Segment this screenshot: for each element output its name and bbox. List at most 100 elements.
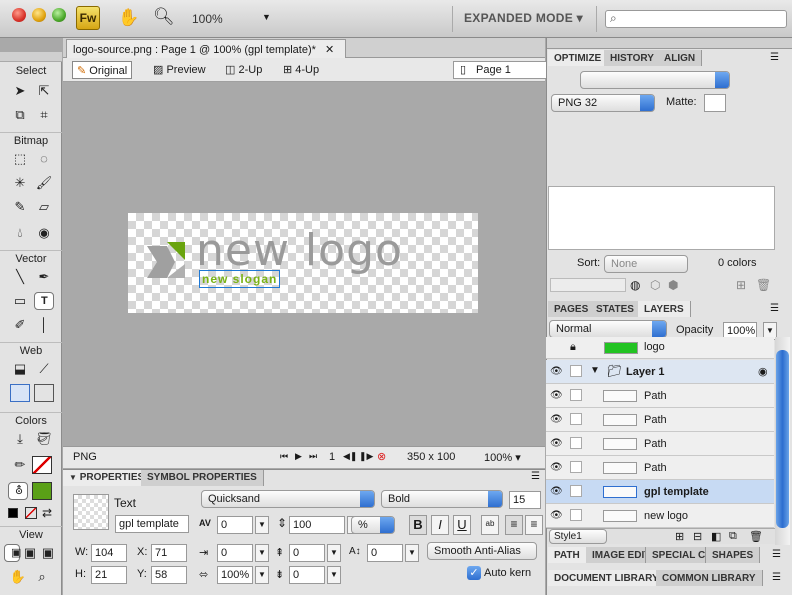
tab-common-library[interactable]: COMMON LIBRARY <box>656 570 763 586</box>
tab-document-library[interactable]: DOCUMENT LIBRARY <box>548 570 666 586</box>
tab-pages[interactable]: PAGES <box>548 301 596 317</box>
hand-tool-icon[interactable]: ✋ <box>8 568 28 586</box>
pen-tool-icon[interactable]: ✒ <box>34 268 54 286</box>
line-tool-icon[interactable]: ╲ <box>10 268 30 286</box>
zoom-window-button[interactable] <box>52 8 66 22</box>
tab-layers[interactable]: LAYERS <box>638 301 691 317</box>
crop-tool-icon[interactable]: ⌗ <box>34 106 54 124</box>
pointer-tool-icon[interactable]: ➤ <box>10 82 30 100</box>
scale-tool-icon[interactable]: ⧉ <box>10 106 30 124</box>
red-eye-tool-icon[interactable]: ◉ <box>34 224 54 242</box>
eye-icon[interactable]: 👁︎ <box>550 438 563 449</box>
view-4up-button[interactable]: ⊞ 4-Up <box>279 61 323 79</box>
width-field[interactable]: 104 <box>91 544 127 562</box>
status-zoom-select[interactable]: 100% ▾ <box>484 451 521 464</box>
font-size-field[interactable]: 15 <box>509 491 541 509</box>
close-tab-icon[interactable]: ✕ <box>325 44 334 56</box>
close-window-button[interactable] <box>12 8 26 22</box>
height-field[interactable]: 21 <box>91 566 127 584</box>
lock-toggle[interactable] <box>570 509 582 521</box>
first-frame-icon[interactable]: ⏮ <box>280 451 288 462</box>
lock-toggle[interactable] <box>570 461 582 473</box>
antialias-select[interactable]: Smooth Anti-Alias <box>427 542 537 560</box>
horizontal-scale-field[interactable]: 100% <box>217 566 253 584</box>
subselect-tool-icon[interactable]: ⇱ <box>34 82 54 100</box>
lock-toggle[interactable] <box>570 413 582 425</box>
show-slices-icon[interactable] <box>34 384 54 402</box>
layers-scrollbar-thumb[interactable] <box>776 350 789 528</box>
chevron-down-icon[interactable]: ▼ <box>405 544 419 562</box>
panel-menu-icon[interactable]: ☰ <box>772 549 781 560</box>
paint-bucket-tool-icon[interactable]: 🪣︎ <box>34 430 54 448</box>
hand-tool-icon[interactable]: ✋ <box>118 8 139 28</box>
panel-menu-icon[interactable]: ☰ <box>770 303 779 314</box>
panel-menu-icon[interactable]: ☰ <box>772 572 781 583</box>
layer-row-path[interactable]: 👁︎ Path <box>546 408 774 432</box>
eyedropper-tool-icon[interactable]: ⤓ <box>10 430 30 448</box>
lock-toggle[interactable] <box>570 389 582 401</box>
layer-row-layer1[interactable]: 👁︎ ▼ 📁︎ Layer 1 ◉ <box>546 360 774 384</box>
blend-mode-select[interactable]: Normal <box>549 320 667 338</box>
align-center-icon[interactable]: ≡ <box>525 515 543 535</box>
layer-row-logo[interactable]: 🔒︎ logo <box>546 337 774 359</box>
layer-row-path[interactable]: 👁︎ Path <box>546 456 774 480</box>
hotspot-tool-icon[interactable]: ⬓ <box>10 360 30 378</box>
tab-shapes[interactable]: SHAPES <box>706 547 761 563</box>
duplicate-icon[interactable]: ⧉ <box>729 530 737 543</box>
full-screen-menus-icon[interactable]: ▣ <box>22 544 38 562</box>
matte-color-swatch[interactable] <box>704 94 726 112</box>
tab-path[interactable]: PATH <box>548 547 587 563</box>
rectangle-tool-icon[interactable]: ▭ <box>10 292 30 310</box>
snap-icon[interactable]: ⬢ <box>668 278 678 292</box>
tab-image-edit[interactable]: IMAGE EDIT <box>586 547 646 563</box>
tab-history[interactable]: HISTORY <box>604 50 661 66</box>
export-format-select[interactable]: PNG 32 <box>551 94 655 112</box>
underline-button[interactable]: U <box>453 515 471 535</box>
chevron-down-icon[interactable]: ▼ <box>255 566 269 584</box>
slice-tool-icon[interactable]: ⟋ <box>34 360 54 378</box>
add-color-icon[interactable]: ⊞ <box>736 278 746 292</box>
default-colors-icon[interactable] <box>8 508 18 518</box>
no-stroke-icon[interactable] <box>25 507 37 519</box>
hide-slices-icon[interactable] <box>10 384 30 402</box>
zoom-tool-icon[interactable]: ⌕ <box>32 568 52 586</box>
chevron-down-icon[interactable]: ▼ <box>327 544 341 562</box>
view-original-button[interactable]: ✎ Original <box>72 61 133 79</box>
eye-icon[interactable]: 👁︎ <box>550 390 563 401</box>
style-select[interactable]: Style1 <box>549 529 607 544</box>
layer-row-path[interactable]: 👁︎ Path <box>546 432 774 456</box>
chevron-down-icon[interactable]: ▼ <box>327 566 341 584</box>
object-name-field[interactable]: gpl template <box>115 515 189 533</box>
panel-menu-icon[interactable]: ☰ <box>770 52 779 63</box>
tab-states[interactable]: STATES <box>590 301 641 317</box>
tab-align[interactable]: ALIGN <box>658 50 703 66</box>
add-mask-icon[interactable]: ◧ <box>711 530 721 543</box>
text-tool-icon[interactable]: T <box>34 292 54 310</box>
workspace-mode-select[interactable]: EXPANDED MODE ▾ <box>464 11 583 25</box>
layer-row-gpl-template[interactable]: 👁︎ gpl template <box>546 480 774 504</box>
play-icon[interactable]: ▶ <box>295 451 302 462</box>
magic-wand-tool-icon[interactable]: ✳ <box>10 174 30 192</box>
color-edit-field[interactable] <box>550 278 626 292</box>
canvas-slogan-text[interactable]: new slogan <box>199 270 281 288</box>
export-preset-select[interactable] <box>580 71 730 89</box>
autokern-checkbox[interactable]: ✓ <box>467 566 481 580</box>
knife-tool-icon[interactable]: │ <box>34 316 54 334</box>
zoom-level-select[interactable]: 100% <box>192 12 223 26</box>
tab-optimize[interactable]: OPTIMIZE <box>548 50 609 66</box>
fill-color-swatch[interactable] <box>32 482 52 500</box>
view-2up-button[interactable]: ◫ 2-Up <box>221 61 266 79</box>
lock-toggle[interactable] <box>570 485 582 497</box>
eraser-tool-icon[interactable]: ▱ <box>34 198 54 216</box>
space-after-field[interactable]: 0 <box>289 566 325 584</box>
align-left-icon[interactable]: ≡ <box>505 515 523 535</box>
next-frame-icon[interactable]: ❚▶ <box>359 451 373 462</box>
leading-unit-select[interactable]: % <box>351 516 395 534</box>
italic-button[interactable]: I <box>431 515 449 535</box>
color-wheel-icon[interactable]: ◍ <box>630 278 640 292</box>
lasso-tool-icon[interactable]: ◌ <box>34 150 54 168</box>
prev-frame-icon[interactable]: ◀❚ <box>343 451 357 462</box>
blur-tool-icon[interactable]: 💧︎ <box>10 224 30 242</box>
trash-icon[interactable]: 🗑︎ <box>756 278 771 292</box>
chevron-down-icon[interactable]: ▼ <box>262 12 271 22</box>
